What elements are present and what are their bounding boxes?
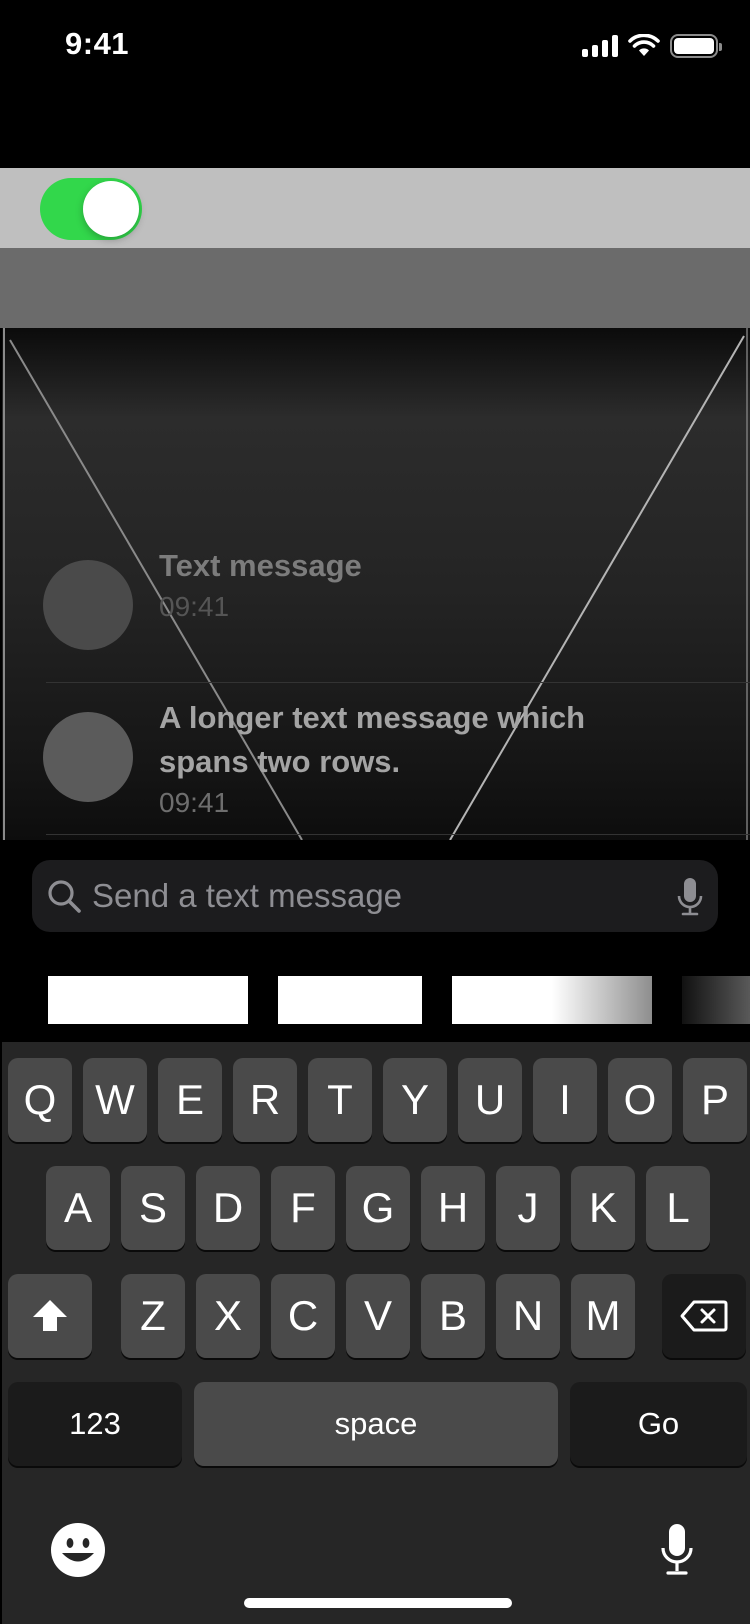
- shift-key[interactable]: [8, 1274, 92, 1358]
- divider: [46, 834, 750, 835]
- numbers-key[interactable]: 123: [8, 1382, 182, 1466]
- key-m[interactable]: M: [571, 1274, 635, 1358]
- key-z[interactable]: Z: [121, 1274, 185, 1358]
- battery-icon: [670, 34, 722, 58]
- key-k[interactable]: K: [571, 1166, 635, 1250]
- key-d[interactable]: D: [196, 1166, 260, 1250]
- delete-key[interactable]: [662, 1274, 746, 1358]
- suggestion-chip[interactable]: [452, 976, 652, 1024]
- key-u[interactable]: U: [458, 1058, 522, 1142]
- key-n[interactable]: N: [496, 1274, 560, 1358]
- key-j[interactable]: J: [496, 1166, 560, 1250]
- divider: [46, 682, 750, 683]
- status-time: 9:41: [65, 26, 130, 61]
- avatar: [43, 560, 133, 650]
- suggestion-chip[interactable]: [278, 976, 422, 1024]
- avatar: [43, 712, 133, 802]
- microphone-icon[interactable]: [660, 1522, 694, 1576]
- key-t[interactable]: T: [308, 1058, 372, 1142]
- key-l[interactable]: L: [646, 1166, 710, 1250]
- cellular-signal-icon: [582, 35, 618, 57]
- microphone-icon[interactable]: [676, 876, 704, 916]
- message-text: Text message: [159, 548, 362, 583]
- shift-arrow-icon: [33, 1300, 67, 1331]
- key-f[interactable]: F: [271, 1166, 335, 1250]
- key-e[interactable]: E: [158, 1058, 222, 1142]
- key-c[interactable]: C: [271, 1274, 335, 1358]
- key-y[interactable]: Y: [383, 1058, 447, 1142]
- home-indicator: [244, 1598, 512, 1608]
- go-key[interactable]: Go: [570, 1382, 747, 1466]
- key-v[interactable]: V: [346, 1274, 410, 1358]
- key-b[interactable]: B: [421, 1274, 485, 1358]
- key-h[interactable]: H: [421, 1166, 485, 1250]
- key-q[interactable]: Q: [8, 1058, 72, 1142]
- key-w[interactable]: W: [83, 1058, 147, 1142]
- space-key[interactable]: space: [194, 1382, 558, 1466]
- message-text: A longer text message which spans two ro…: [159, 700, 586, 779]
- message-panel: Text message 09:41 A longer text message…: [2, 328, 750, 840]
- key-a[interactable]: A: [46, 1166, 110, 1250]
- key-x[interactable]: X: [196, 1274, 260, 1358]
- message-time: 09:41: [159, 787, 230, 818]
- key-s[interactable]: S: [121, 1166, 185, 1250]
- search-icon: [48, 880, 81, 913]
- gray-band: [0, 248, 750, 328]
- suggestion-chip[interactable]: [682, 976, 750, 1024]
- key-r[interactable]: R: [233, 1058, 297, 1142]
- message-time: 09:41: [159, 591, 230, 622]
- emoji-icon[interactable]: [50, 1522, 106, 1578]
- key-p[interactable]: P: [683, 1058, 747, 1142]
- toggle-knob: [83, 181, 139, 237]
- suggestion-strip: [0, 970, 750, 1026]
- backspace-icon: [680, 1300, 728, 1332]
- key-o[interactable]: O: [608, 1058, 672, 1142]
- wifi-icon: [628, 34, 660, 56]
- suggestion-chip[interactable]: [48, 976, 248, 1024]
- input-placeholder: Send a text message: [92, 877, 403, 914]
- toggle-row: [0, 168, 750, 248]
- key-g[interactable]: G: [346, 1166, 410, 1250]
- key-i[interactable]: I: [533, 1058, 597, 1142]
- status-bar: 9:41: [0, 0, 750, 94]
- toggle-switch[interactable]: [40, 178, 142, 240]
- message-input[interactable]: Send a text message: [32, 860, 718, 932]
- status-icons: [582, 33, 722, 59]
